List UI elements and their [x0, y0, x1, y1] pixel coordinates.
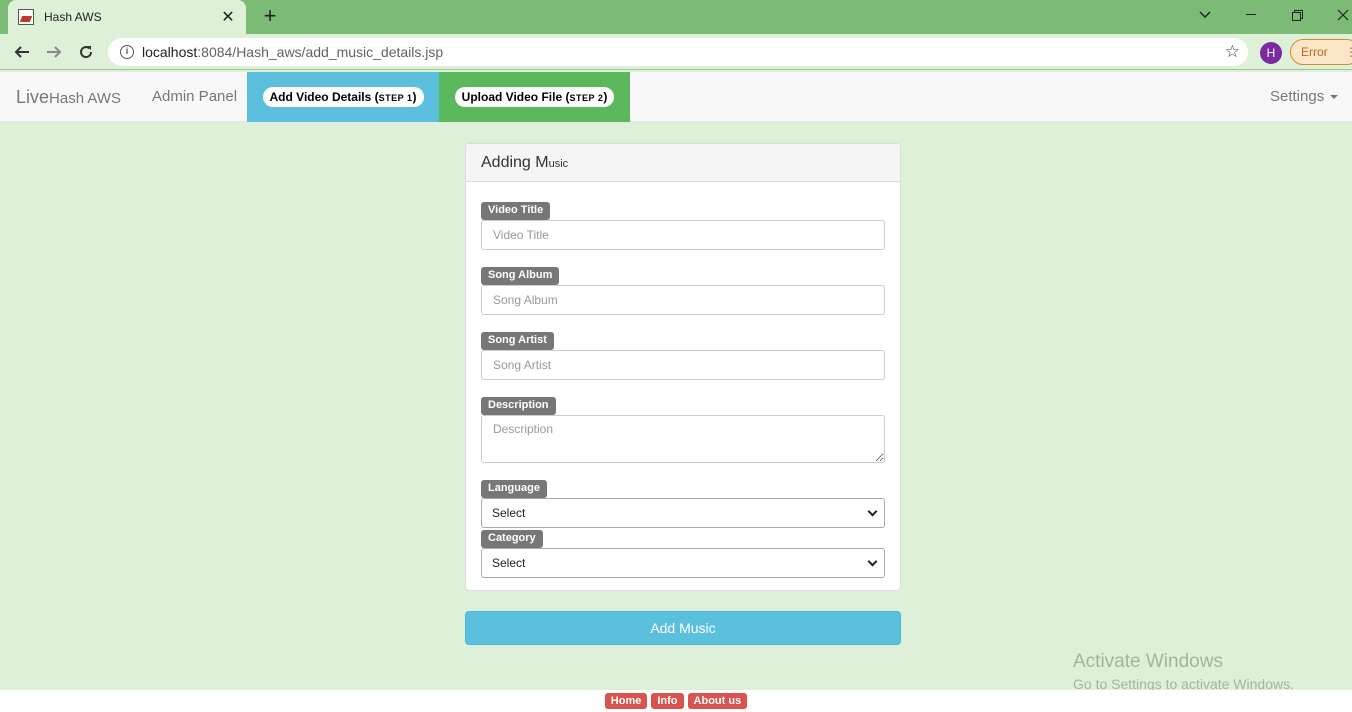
- app-navbar: LiveHash AWS Admin Panel Add Video Detai…: [0, 72, 1352, 122]
- reload-icon[interactable]: [74, 40, 98, 64]
- window-close-icon[interactable]: [1320, 0, 1352, 30]
- category-group: Category Select: [481, 528, 885, 578]
- tab-close-icon[interactable]: ✕: [220, 7, 236, 27]
- address-bar[interactable]: i localhost:8084/Hash_aws/add_music_deta…: [108, 38, 1248, 66]
- step1-step: STEP 1: [378, 93, 413, 103]
- activate-title: Activate Windows: [1073, 651, 1223, 672]
- settings-dropdown[interactable]: Settings: [1270, 72, 1339, 122]
- step2-pill: Upload Video File (STEP 2): [454, 87, 615, 107]
- song-album-label: Song Album: [481, 267, 560, 285]
- bookmark-star-icon[interactable]: ☆: [1225, 42, 1240, 62]
- admin-panel-link[interactable]: Admin Panel: [152, 72, 237, 122]
- restore-icon[interactable]: [1274, 0, 1320, 30]
- description-group: Description: [481, 395, 885, 463]
- step1-paren: ): [412, 90, 417, 104]
- video-title-label: Video Title: [481, 202, 551, 220]
- language-select[interactable]: Select: [481, 498, 885, 528]
- song-album-group: Song Album: [481, 265, 885, 315]
- site-info-icon[interactable]: i: [120, 45, 134, 59]
- language-label: Language: [481, 480, 547, 498]
- category-selected: Select: [492, 556, 526, 570]
- brand-hash-aws: Hash AWS: [49, 90, 121, 107]
- song-artist-input[interactable]: [481, 350, 885, 380]
- brand-logo[interactable]: LiveHash AWS: [16, 72, 121, 122]
- song-artist-label: Song Artist: [481, 332, 554, 350]
- minimize-icon[interactable]: [1228, 0, 1274, 30]
- add-music-button[interactable]: Add Music: [465, 611, 901, 645]
- description-label: Description: [481, 397, 556, 415]
- step2-upload-video-file[interactable]: Upload Video File (STEP 2): [439, 72, 630, 122]
- step1-add-video-details[interactable]: Add Video Details (STEP 1): [247, 72, 439, 122]
- video-title-group: Video Title: [481, 200, 885, 250]
- panel-heading: Adding Music: [466, 144, 900, 182]
- profile-avatar[interactable]: H: [1260, 42, 1282, 64]
- chevron-down-icon: [867, 556, 878, 567]
- activate-windows-watermark: Activate Windows Go to Settings to activ…: [1073, 651, 1294, 692]
- favicon-icon: [18, 9, 34, 25]
- step2-paren: ): [603, 90, 608, 104]
- song-artist-group: Song Artist: [481, 330, 885, 380]
- brand-live: Live: [16, 87, 50, 107]
- add-music-panel: Adding Music Video Title Song Album Song…: [465, 143, 901, 591]
- caret-down-icon: [1330, 95, 1339, 100]
- back-arrow-icon[interactable]: [10, 40, 34, 64]
- url-host: localhost: [142, 44, 198, 60]
- footer: Home Info About us: [0, 690, 1352, 712]
- new-tab-button[interactable]: +: [258, 4, 282, 28]
- url-path: :8084/Hash_aws/add_music_details.jsp: [197, 44, 444, 60]
- step2-label: Upload Video File (: [461, 90, 570, 104]
- footer-about-link[interactable]: About us: [687, 693, 748, 709]
- more-menu-icon[interactable]: ⋮: [1345, 40, 1352, 64]
- footer-info-link[interactable]: Info: [651, 693, 684, 709]
- description-textarea[interactable]: [481, 415, 885, 463]
- forward-arrow-icon[interactable]: [42, 40, 66, 64]
- language-selected: Select: [492, 506, 526, 520]
- language-group: Language Select: [481, 478, 885, 528]
- step1-pill: Add Video Details (STEP 1): [262, 87, 424, 107]
- error-label: Error: [1301, 45, 1328, 59]
- browser-tabstrip: Hash AWS ✕ +: [0, 0, 1352, 34]
- video-title-input[interactable]: [481, 220, 885, 250]
- tab-title: Hash AWS: [44, 10, 102, 24]
- tab-search-chevron-icon[interactable]: [1182, 0, 1228, 30]
- footer-home-link[interactable]: Home: [604, 693, 648, 709]
- step1-label: Add Video Details (: [269, 90, 379, 104]
- browser-error-button[interactable]: Error ⋮: [1290, 39, 1352, 65]
- song-album-input[interactable]: [481, 285, 885, 315]
- chevron-down-icon: [867, 506, 878, 517]
- browser-tab[interactable]: Hash AWS ✕: [8, 0, 246, 34]
- step2-step: STEP 2: [569, 93, 604, 103]
- heading-small: usic: [548, 158, 569, 170]
- category-select[interactable]: Select: [481, 548, 885, 578]
- category-label: Category: [481, 530, 543, 548]
- settings-label: Settings: [1270, 88, 1325, 105]
- heading-main: Adding M: [481, 154, 549, 171]
- browser-toolbar: i localhost:8084/Hash_aws/add_music_deta…: [0, 34, 1352, 70]
